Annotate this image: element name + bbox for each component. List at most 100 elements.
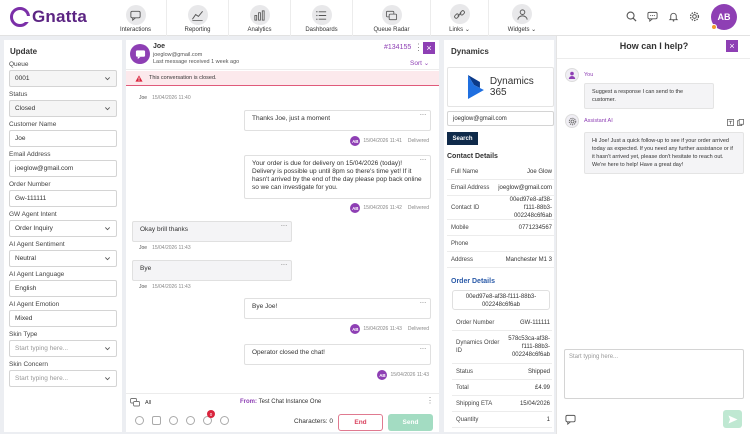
field-select[interactable]: Closed xyxy=(9,100,117,117)
nav-item-reporting[interactable]: Reporting xyxy=(167,0,229,36)
sort-dropdown[interactable]: Sort ⌄ xyxy=(410,59,429,67)
globe-icon[interactable] xyxy=(220,416,229,425)
ai-prompt-input[interactable]: Start typing here... xyxy=(564,349,744,399)
dynamics-search-button[interactable]: Search xyxy=(447,132,478,145)
customer-name: Joe xyxy=(153,43,166,50)
field-input[interactable]: English xyxy=(9,280,117,297)
order-id-box: 00ed97e8-af38-f111-88b3-002248c6f6ab xyxy=(452,290,550,310)
gnatta-logo[interactable]: Gnatta xyxy=(10,7,87,27)
chevron-down-icon xyxy=(105,377,110,381)
emoji-icon[interactable] xyxy=(135,416,144,425)
message-bubble[interactable]: Operator closed the chat! ··· xyxy=(244,344,431,365)
customer-email: joeglow@gmail.com xyxy=(153,52,203,58)
order-row: Quantity 1 xyxy=(452,412,552,428)
bell-icon[interactable] xyxy=(667,10,679,22)
order-row: Order Number GW-111111 xyxy=(452,315,552,331)
end-button[interactable]: End xyxy=(338,414,383,431)
sort-label: Sort xyxy=(410,60,422,67)
field-input[interactable]: joeglow@gmail.com xyxy=(9,160,117,177)
attachment-icon[interactable]: 0 xyxy=(203,410,215,425)
close-conversation-button[interactable]: × xyxy=(423,42,435,54)
field-label: Customer Name xyxy=(9,121,57,128)
field-input[interactable]: Mixed xyxy=(9,310,117,327)
user-avatar[interactable]: AB xyxy=(711,4,737,30)
search-icon[interactable] xyxy=(625,10,637,22)
agent-avatar: AB xyxy=(350,203,361,213)
message-bubble[interactable]: Bye Joe! ··· xyxy=(244,298,431,319)
message-bubble[interactable]: Okay brill thanks ··· xyxy=(132,221,292,242)
field-label: AI Agent Emotion xyxy=(9,301,60,308)
field-select[interactable]: 0001 xyxy=(9,70,117,87)
field-ai-agent-sentiment: AI Agent Sentiment Neutral xyxy=(4,241,122,267)
message-list[interactable]: Joe 15/04/2026 11:40 Thanks Joe, just a m… xyxy=(126,86,439,386)
user-initials: AB xyxy=(717,12,731,22)
assistant-actions xyxy=(727,119,744,128)
message-bubble[interactable]: Your order is due for delivery on 15/04/… xyxy=(244,155,431,199)
nav-item-queue-radar[interactable]: Queue Radar xyxy=(353,0,431,36)
message-options-icon[interactable]: ··· xyxy=(281,261,288,269)
field-select[interactable]: Start typing here... xyxy=(9,370,117,387)
chevron-down-icon xyxy=(105,227,110,231)
ai-send-button[interactable] xyxy=(723,410,742,428)
warning-icon xyxy=(135,74,143,82)
top-bar: Gnatta Interactions Reporting Analytics Das… xyxy=(0,0,750,36)
nav-item-dashboards[interactable]: Dashboards xyxy=(291,0,353,36)
gear-icon[interactable] xyxy=(688,10,700,22)
dynamics-logo: Dynamics 365 xyxy=(447,67,554,107)
nav-item-links[interactable]: Links ⌄ xyxy=(431,0,489,36)
message-meta: AB 15/04/2026 11:41 Delivered xyxy=(350,136,429,146)
field-label: AI Agent Language xyxy=(9,271,65,278)
chevron-down-icon xyxy=(105,107,110,111)
link-icon[interactable] xyxy=(186,416,195,425)
message-options-icon[interactable]: ··· xyxy=(281,222,288,230)
message-options-icon[interactable]: ··· xyxy=(420,299,427,307)
contact-row: Mobile 0771234567 xyxy=(447,220,554,236)
field-label: Queue xyxy=(9,61,29,68)
field-email-address: Email Address joeglow@gmail.com xyxy=(4,151,122,177)
pen-icon[interactable] xyxy=(169,416,178,425)
character-count: Characters: 0 xyxy=(294,418,334,425)
copy-icon[interactable] xyxy=(737,119,744,128)
from-channel[interactable]: From: Test Chat Instance One xyxy=(240,399,321,405)
lock-icon[interactable] xyxy=(152,416,161,425)
user-icon xyxy=(568,71,576,79)
close-ai-button[interactable]: × xyxy=(726,40,738,52)
send-icon xyxy=(728,415,737,423)
gnatta-logo-icon xyxy=(10,7,30,27)
dynamics-logo-text: Dynamics 365 xyxy=(489,76,534,98)
translate-icon[interactable] xyxy=(727,119,734,128)
you-label: You xyxy=(584,72,594,78)
field-select[interactable]: Neutral xyxy=(9,250,117,267)
message-meta: AB 15/04/2026 11:43 Delivered xyxy=(350,324,429,334)
user-icon xyxy=(512,4,532,24)
all-channels-toggle[interactable]: All xyxy=(130,398,151,407)
field-select[interactable]: Order Inquiry xyxy=(9,220,117,237)
nav-label: Interactions xyxy=(119,27,152,33)
nav-item-widgets[interactable]: Widgets ⌄ xyxy=(489,0,555,36)
chat-prompt-icon[interactable] xyxy=(565,414,576,426)
message-options-icon[interactable]: ··· xyxy=(420,111,427,119)
order-row: Dynamics Order ID 578c53ca-af38-f111-88b3… xyxy=(452,331,552,364)
dynamics-panel: Dynamics Dynamics 365 joeglow@gmail.com … xyxy=(444,40,554,432)
field-label: Skin Concern xyxy=(9,361,49,368)
nav-item-analytics[interactable]: Analytics xyxy=(229,0,291,36)
nav-item-interactions[interactable]: Interactions xyxy=(105,0,167,36)
more-options-icon[interactable]: ⋮ xyxy=(414,42,423,53)
dynamics-title: Dynamics xyxy=(451,47,489,56)
send-button[interactable]: Send xyxy=(388,414,433,431)
dynamics-search-input[interactable]: joeglow@gmail.com xyxy=(447,111,554,126)
message-options-icon[interactable]: ··· xyxy=(420,345,427,353)
messages-icon[interactable] xyxy=(646,10,658,22)
field-select[interactable]: Start typing here... xyxy=(9,340,117,357)
field-label: Status xyxy=(9,91,28,98)
message-bubble[interactable]: Bye ··· xyxy=(132,260,292,281)
compose-more-icon[interactable]: ⋮ xyxy=(426,396,434,405)
field-input[interactable]: Gw-111111 xyxy=(9,190,117,207)
message-options-icon[interactable]: ··· xyxy=(420,156,427,164)
chevron-down-icon: ⌄ xyxy=(531,27,537,33)
message-meta: Joe 15/04/2026 11:43 xyxy=(139,245,191,251)
field-label: Order Number xyxy=(9,181,51,188)
field-input[interactable]: Joe xyxy=(9,130,117,147)
conversation-id[interactable]: #134155 xyxy=(384,44,411,51)
message-bubble[interactable]: Thanks Joe, just a moment ··· xyxy=(244,110,431,131)
